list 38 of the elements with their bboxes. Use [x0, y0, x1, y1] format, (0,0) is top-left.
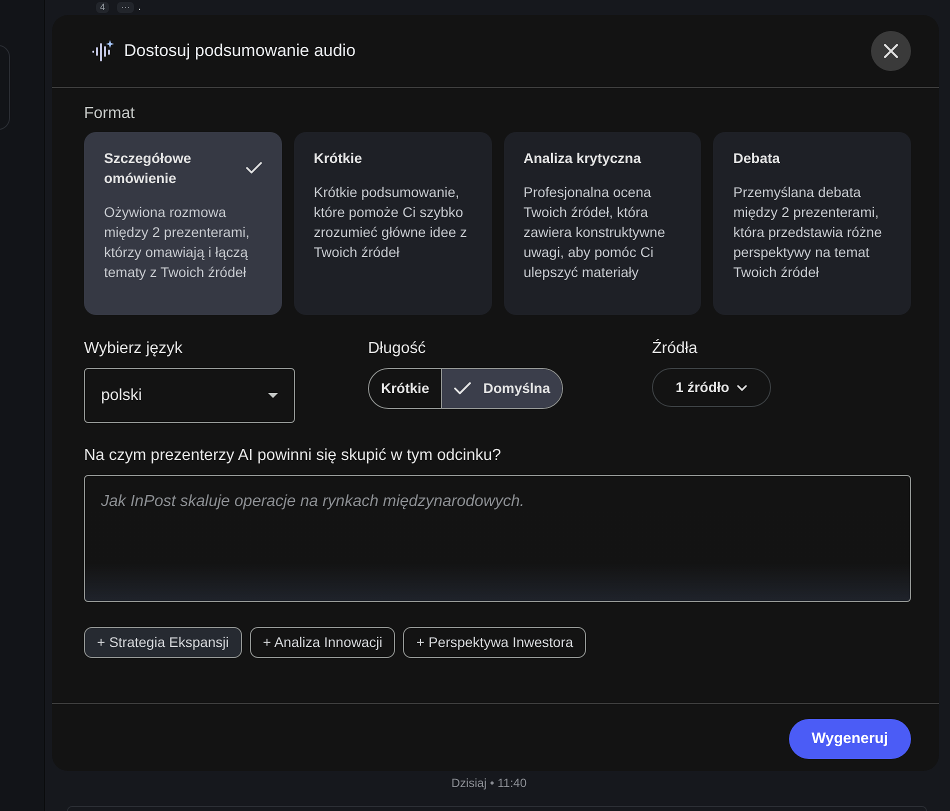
card-description: Ożywiona rozmowa między 2 prezenterami, którzy omawiają i łączą tematy z Twoich źródeł — [104, 203, 251, 282]
message-text: . — [138, 2, 142, 13]
field-label: Wybierz język — [84, 339, 184, 359]
format-card[interactable]: Analiza krytyczna Profesjonalna ocena Twoich źródeł, która zawiera konstruktywne uwagi, aby pomóc Ci ulepszyć materiały — [504, 132, 702, 315]
check-icon — [454, 382, 472, 395]
language-dropdown[interactable]: polski — [84, 368, 295, 423]
citation-badge: ··· — [117, 2, 134, 13]
suggestion-chip[interactable]: + Analiza Innowacji — [250, 627, 396, 658]
prompt-field[interactable]: Jak InPost skaluje operacje na rynkach międzynarodowych. — [84, 475, 911, 602]
question-label: Na czym prezenterzy AI powinni się skupić w tym odcinku? — [84, 446, 502, 466]
sources-button[interactable]: 1 źródło — [652, 368, 771, 407]
card-description: Przemyślana debata między 2 prezenterami, która przedstawia różne perspektywy na temat Twoich źródeł — [733, 183, 883, 282]
suggestion-chip[interactable]: + Perspektywa Inwestora — [403, 627, 586, 658]
field-label: Długość — [368, 339, 427, 359]
close-icon — [884, 44, 898, 58]
field-label: Źródła — [652, 338, 698, 359]
format-card[interactable]: Szczegółowe omówienie Ożywiona rozmowa między 2 prezenterami, którzy omawiają i łączą tematy z Twoich źródeł — [84, 132, 282, 315]
chevron-down-icon — [737, 384, 748, 390]
card-title: Analiza krytyczna — [524, 149, 641, 168]
timestamp: Dzisiaj • 11:40 — [451, 775, 527, 791]
citation-badge: 4 — [96, 2, 110, 13]
check-icon — [246, 162, 262, 174]
card-title: Debata — [733, 149, 780, 168]
format-card[interactable]: Debata Przemyślana debata między 2 prezenterami, która przedstawia różne perspektywy na temat Twoich źródeł — [713, 132, 911, 315]
caret-icon — [268, 393, 278, 398]
card-title: Szczegółowe omówienie — [104, 149, 192, 188]
card-title: Krótkie — [314, 149, 362, 168]
card-description: Profesjonalna ocena Twoich źródeł, która zawiera konstruktywne uwagi, aby pomóc Ci ulepszyć materiały — [524, 183, 666, 282]
close-button[interactable] — [871, 31, 911, 71]
format-card[interactable]: Krótkie Krótkie podsumowanie, które pomoże Ci szybko zrozumieć główne idee z Twoich źródeł — [294, 132, 492, 315]
audio-sparkle-icon — [92, 40, 114, 62]
generate-button[interactable]: Wygeneruj — [788, 719, 911, 759]
length-option[interactable]: Krótkie — [369, 369, 442, 408]
card-description: Krótkie podsumowanie, które pomoże Ci szybko zrozumieć główne idee z Twoich źródeł — [314, 183, 468, 262]
length-option[interactable]: Domyślna — [441, 369, 562, 408]
suggestion-chip[interactable]: + Strategia Ekspansji — [84, 627, 242, 658]
dialog-title: Dostosuj podsumowanie audio — [124, 40, 356, 62]
section-label: Format — [84, 104, 136, 124]
